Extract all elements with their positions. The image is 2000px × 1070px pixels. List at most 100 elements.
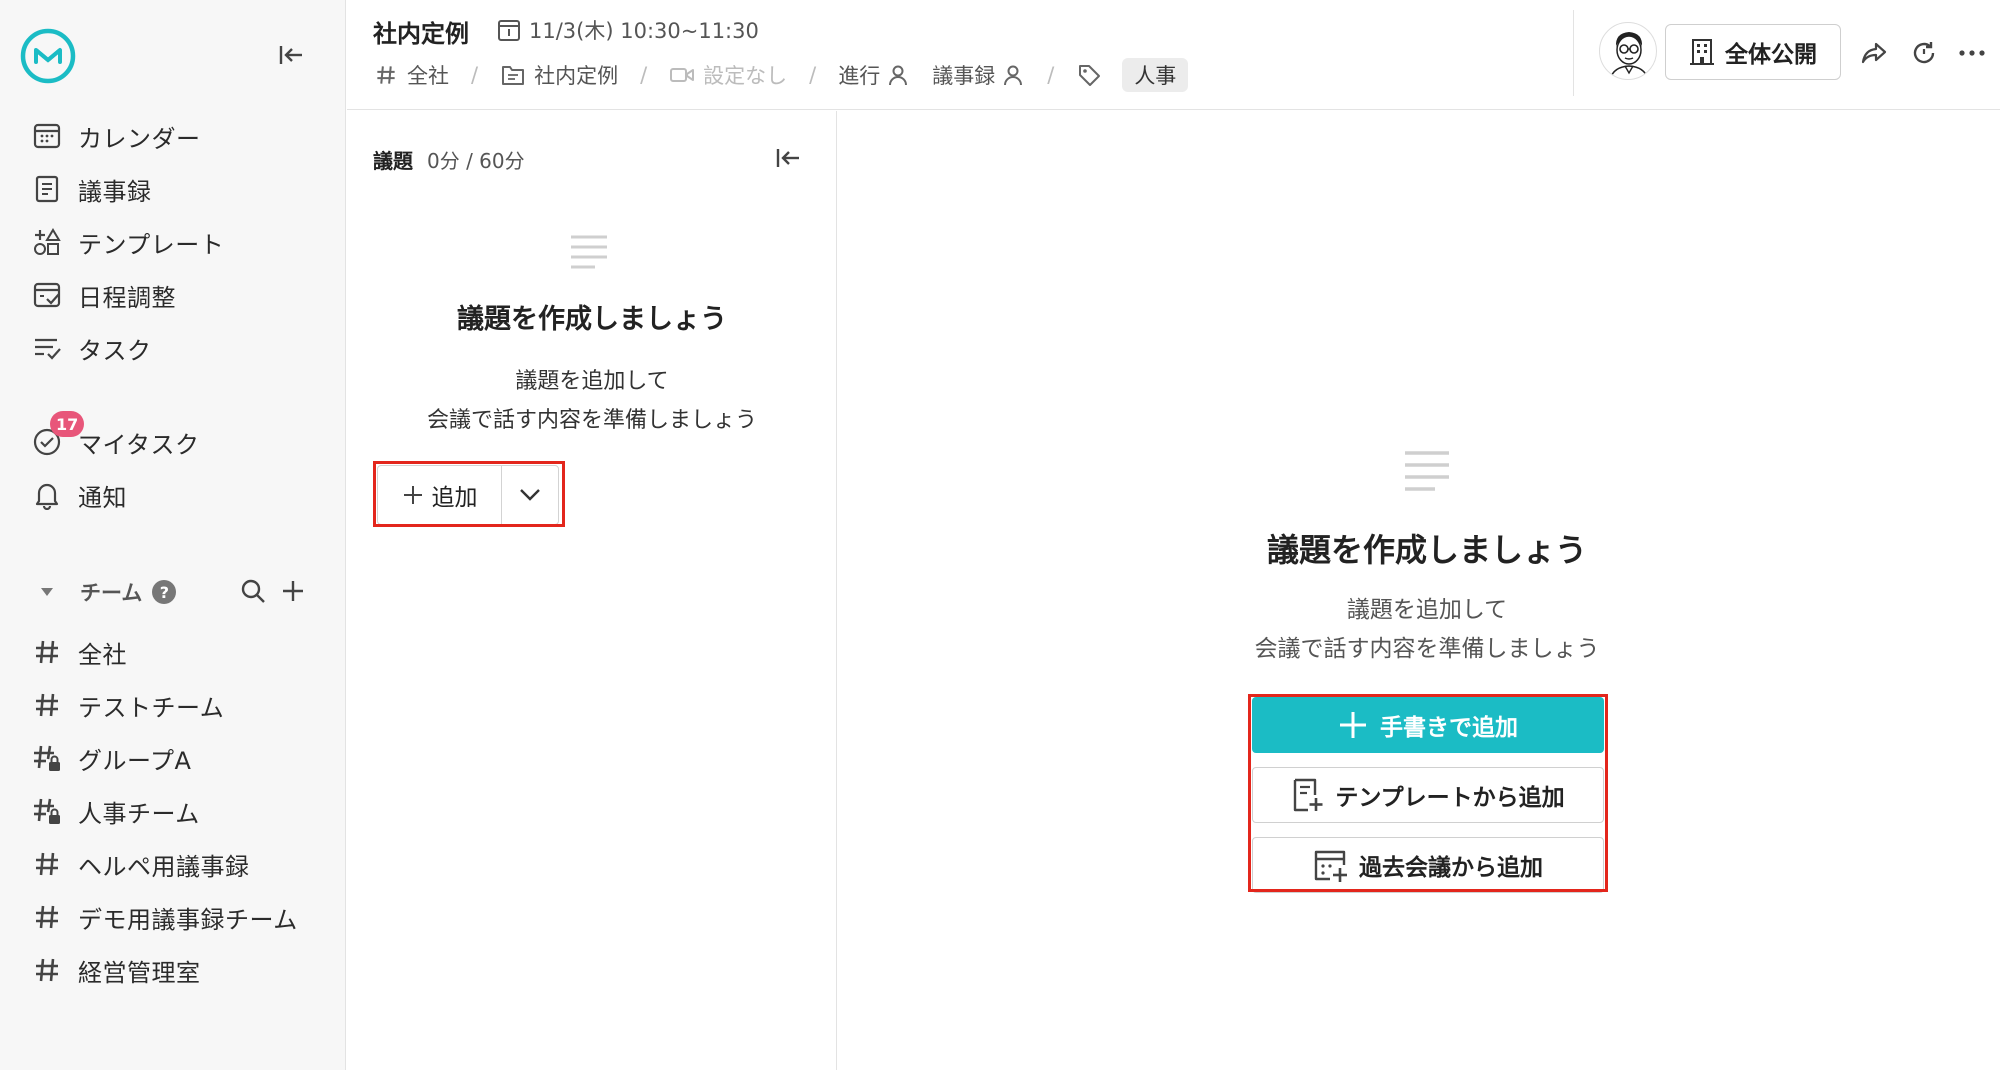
- agenda-add-dropdown[interactable]: [502, 466, 558, 524]
- crumb-video-label: 設定なし: [703, 64, 788, 88]
- sidebar-item-notification[interactable]: 通知: [30, 475, 127, 515]
- avatar-illustration-icon: [1609, 32, 1649, 79]
- meeting-datetime-label: 11/3(木) 10:30~11:30: [529, 19, 759, 43]
- sidebar-item-label: 議事録: [78, 177, 152, 206]
- brand-logo-icon[interactable]: [20, 28, 76, 84]
- plus-icon: [283, 581, 303, 601]
- agenda-collapse-button[interactable]: [771, 141, 805, 175]
- crumb-facilitator[interactable]: 進行: [838, 60, 910, 90]
- team-add-button[interactable]: [276, 574, 310, 608]
- sidebar-item-task[interactable]: タスク: [30, 328, 152, 368]
- sidebar-team-item[interactable]: 全社: [30, 632, 127, 672]
- team-search-button[interactable]: [236, 574, 270, 608]
- sidebar-team-item[interactable]: ヘルペ用議事録: [30, 844, 250, 884]
- sidebar-item-label: 全社: [78, 640, 127, 669]
- more-horizontal-icon: [1959, 50, 1985, 56]
- meeting-header: 社内定例 11/3(木) 10:30~11:30 全社 / 社内定例 / 設定な…: [347, 0, 2000, 110]
- sidebar-team-item[interactable]: グループA: [30, 738, 191, 778]
- agenda-header: 議題 0分 / 60分: [373, 145, 525, 174]
- sidebar-item-calendar[interactable]: カレンダー: [30, 116, 201, 156]
- refresh-button[interactable]: [1907, 36, 1941, 70]
- separator: /: [471, 63, 479, 87]
- agenda-empty-line2: 会議で話す内容を準備しましょう: [426, 408, 757, 433]
- sidebar-item-label: デモ用議事録チーム: [78, 905, 298, 934]
- minutes-main-area: 議題を作成しましょう 議題を追加して 会議で話す内容を準備しましょう: [838, 111, 2000, 1070]
- meeting-datetime[interactable]: 11/3(木) 10:30~11:30: [497, 14, 759, 46]
- sidebar: カレンダー 議事録 テンプレート 日程調整 タスク 17 マイタスク 通知 チー…: [0, 0, 346, 1070]
- separator: /: [809, 63, 817, 87]
- main-empty-line2: 会議で話す内容を準備しましょう: [1254, 636, 1600, 662]
- sidebar-collapse-button[interactable]: [274, 38, 308, 72]
- crumb-video[interactable]: 設定なし: [669, 60, 787, 90]
- task-list-icon: [30, 331, 64, 365]
- collapse-left-icon: [776, 149, 799, 167]
- agenda-empty-title: 議題を作成しましょう: [457, 304, 727, 335]
- video-camera-icon: [669, 62, 695, 88]
- caret-down-icon[interactable]: [36, 581, 58, 603]
- agenda-add-button[interactable]: 追加: [378, 466, 502, 524]
- sidebar-item-label: タスク: [78, 336, 152, 365]
- hash-lock-icon: [30, 794, 64, 828]
- agenda-add-split-button: 追加: [377, 465, 559, 525]
- tag-chip[interactable]: 人事: [1122, 58, 1189, 92]
- hash-icon: [373, 62, 399, 88]
- share-icon: [1861, 42, 1887, 64]
- sidebar-item-label: 通知: [78, 483, 127, 512]
- agenda-panel: 議題 0分 / 60分 議題を作成しましょう 議題を追加して 会議で話す内容を準…: [347, 111, 837, 1070]
- sidebar-item-label: 経営管理室: [78, 958, 201, 987]
- hash-icon: [30, 635, 64, 669]
- more-button[interactable]: [1955, 36, 1989, 70]
- sidebar-team-item[interactable]: 人事チーム: [30, 791, 200, 831]
- meeting-properties: 全社 / 社内定例 / 設定なし / 進行 議事録 / 人事: [373, 58, 1189, 92]
- sidebar-item-my-task[interactable]: 17 マイタスク: [30, 411, 200, 462]
- crumb-team[interactable]: 全社: [373, 60, 449, 90]
- main-empty-line1: 議題を追加して: [1346, 597, 1508, 623]
- crumb-minutes-taker[interactable]: 議事録: [932, 60, 1025, 90]
- add-from-template-label: テンプレートから追加: [1335, 785, 1565, 811]
- add-from-template-button[interactable]: テンプレートから追加: [1252, 767, 1604, 823]
- agenda-add-label: 追加: [431, 485, 478, 511]
- separator: /: [1047, 63, 1055, 87]
- share-button[interactable]: [1857, 36, 1891, 70]
- add-from-past-meeting-label: 過去会議から追加: [1359, 855, 1543, 881]
- hash-lock-icon: [30, 741, 64, 775]
- add-handwritten-button[interactable]: 手書きで追加: [1252, 697, 1604, 753]
- crumb-tag[interactable]: 人事: [1076, 58, 1189, 92]
- folder-icon: [500, 62, 526, 88]
- sidebar-team-item[interactable]: デモ用議事録チーム: [30, 897, 298, 937]
- add-handwritten-label: 手書きで追加: [1380, 715, 1518, 741]
- sidebar-item-label: グループA: [78, 746, 192, 775]
- sidebar-item-template[interactable]: テンプレート: [30, 222, 224, 262]
- sidebar-item-label: テストチーム: [78, 693, 225, 722]
- visibility-button[interactable]: 全体公開: [1665, 24, 1841, 80]
- help-icon[interactable]: ?: [152, 580, 177, 604]
- sidebar-item-schedule[interactable]: 日程調整: [30, 275, 176, 315]
- hash-icon: [30, 953, 64, 987]
- chevron-down-icon: [520, 489, 540, 501]
- meeting-title[interactable]: 社内定例: [373, 14, 469, 49]
- empty-list-icon: [571, 235, 607, 269]
- task-count-badge: 17: [50, 411, 85, 437]
- sidebar-item-label: マイタスク: [78, 430, 200, 459]
- calendar-icon: [30, 119, 64, 153]
- team-section-label: チーム: [80, 581, 143, 605]
- agenda-empty-line1: 議題を追加して: [515, 369, 669, 394]
- sidebar-item-label: 人事チーム: [78, 799, 200, 828]
- crumb-facilitator-label: 進行: [838, 64, 881, 88]
- building-icon: [1690, 39, 1714, 65]
- calendar-small-icon: [498, 20, 520, 41]
- template-icon: [30, 225, 64, 259]
- crumb-folder-label: 社内定例: [534, 64, 619, 88]
- sidebar-team-item[interactable]: テストチーム: [30, 685, 224, 725]
- sidebar-item-minutes[interactable]: 議事録: [30, 169, 152, 209]
- crumb-team-label: 全社: [407, 64, 449, 88]
- sidebar-item-label: ヘルペ用議事録: [78, 852, 250, 881]
- sidebar-team-item[interactable]: 経営管理室: [30, 950, 201, 990]
- hash-icon: [30, 688, 64, 722]
- main-empty-title: 議題を作成しましょう: [1266, 531, 1587, 569]
- crumb-folder[interactable]: 社内定例: [500, 60, 618, 90]
- person-icon: [1001, 63, 1025, 87]
- add-from-past-meeting-button[interactable]: 過去会議から追加: [1252, 837, 1604, 893]
- avatar[interactable]: [1599, 22, 1657, 80]
- collapse-left-icon: [279, 46, 302, 64]
